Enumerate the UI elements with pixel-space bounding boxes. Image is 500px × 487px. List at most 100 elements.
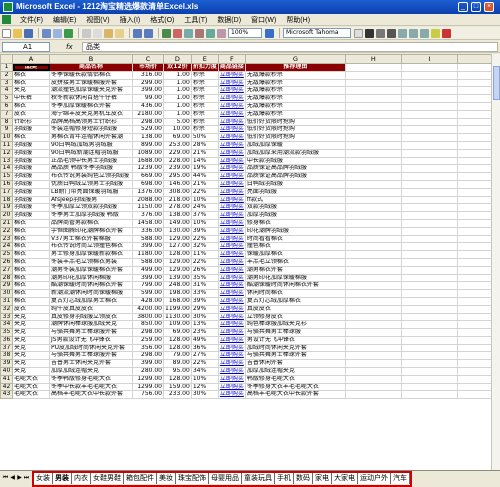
data-cell[interactable]: 19% — [190, 164, 219, 174]
empty-cell[interactable] — [456, 359, 493, 369]
select-all-corner[interactable] — [0, 54, 13, 64]
empty-cell[interactable] — [344, 94, 402, 103]
data-cell[interactable]: 吉普休闲外套 — [244, 359, 346, 369]
data-cell[interactable]: 无敌爆款秒杀 — [244, 70, 346, 80]
data-cell[interactable]: 宇恒图腾印花潮牌棉衣外套 — [49, 226, 133, 236]
data-cell[interactable]: 酷潮保暖时尚休闲棉衣外套 — [49, 281, 133, 291]
data-cell[interactable]: 27% — [190, 351, 219, 361]
cut-icon[interactable] — [82, 28, 91, 38]
column-header[interactable]: G — [244, 54, 346, 64]
empty-cell[interactable] — [456, 203, 493, 213]
data-cell[interactable]: 真皮皮衣 — [244, 304, 346, 314]
data-cell[interactable]: 韩版修身毛呢大衣 — [244, 374, 346, 384]
row-header[interactable]: 15 — [0, 172, 13, 181]
data-cell[interactable]: 36% — [190, 343, 219, 353]
format-painter-icon[interactable] — [115, 28, 124, 38]
buy-link[interactable]: 立即购买 — [217, 148, 246, 158]
row-header[interactable]: 23 — [0, 234, 13, 244]
empty-cell[interactable] — [344, 63, 402, 72]
empty-cell[interactable] — [344, 172, 402, 181]
data-cell[interactable]: 无敌爆款秒杀 — [244, 109, 346, 119]
empty-cell[interactable] — [456, 156, 493, 166]
copy-icon[interactable] — [93, 28, 102, 38]
data-cell[interactable]: 加绒时尚休闲夹克外套 — [244, 343, 346, 353]
empty-cell[interactable] — [400, 351, 458, 361]
data-cell[interactable]: 130.00 — [163, 226, 192, 236]
empty-cell[interactable] — [344, 328, 402, 337]
empty-cell[interactable] — [344, 289, 402, 298]
sheet-tab[interactable]: 数码 — [294, 473, 313, 484]
data-cell[interactable]: 1.00 — [163, 78, 192, 88]
empty-cell[interactable] — [400, 382, 458, 392]
data-cell[interactable]: 127.00 — [163, 242, 192, 252]
row-header[interactable]: 25 — [0, 250, 13, 259]
data-cell[interactable]: 立领修身皮衣 — [244, 312, 346, 322]
data-cell[interactable]: 潮牌休闲棒球服加绒夹克 — [49, 320, 133, 330]
empty-cell[interactable] — [400, 140, 458, 150]
help-icon[interactable] — [265, 28, 274, 38]
data-cell[interactable]: 棉衣 — [12, 78, 50, 88]
data-cell[interactable]: 35% — [190, 273, 219, 283]
data-cell[interactable]: 品质保证高品牌羽绒服 — [244, 172, 346, 181]
empty-cell[interactable] — [344, 296, 402, 306]
buy-link[interactable]: 立即购买 — [217, 203, 246, 213]
data-cell[interactable]: 高档羊毛呢大衣中长款外套 — [244, 390, 346, 400]
row-header[interactable]: 30 — [0, 289, 13, 298]
row-header[interactable]: 14 — [0, 164, 13, 174]
header-cell[interactable]: 推荐理由 — [244, 63, 346, 72]
column-header[interactable]: D — [163, 54, 192, 64]
empty-cell[interactable] — [400, 304, 458, 314]
empty-cell[interactable] — [400, 296, 458, 306]
data-cell[interactable]: 纯色棒球服加绒夹克衫 — [244, 320, 346, 330]
empty-cell[interactable] — [456, 226, 493, 236]
empty-cell[interactable] — [456, 101, 493, 111]
row-header[interactable]: 4 — [0, 86, 13, 96]
row-header[interactable]: 10 — [0, 133, 13, 142]
first-sheet-icon[interactable]: ⏮ — [2, 474, 9, 482]
minimize-icon[interactable]: _ — [458, 2, 468, 12]
data-cell[interactable]: 149.00 — [163, 218, 192, 228]
empty-cell[interactable] — [400, 101, 458, 111]
data-cell[interactable]: 高档羊毛呢大衣中长款外套 — [49, 390, 133, 400]
row-header[interactable]: 18 — [0, 195, 13, 205]
data-cell[interactable]: PU皮加绒时尚休闲夹克外套 — [49, 343, 133, 353]
row-header[interactable]: 12 — [0, 148, 13, 158]
data-cell[interactable]: 298.00 — [132, 351, 164, 361]
empty-cell[interactable] — [400, 164, 458, 174]
data-cell[interactable]: 22% — [190, 234, 219, 244]
empty-cell[interactable] — [400, 211, 458, 220]
data-cell[interactable]: 夹克 — [12, 335, 50, 345]
buy-link[interactable]: 立即购买 — [217, 195, 246, 205]
data-cell[interactable]: 69.00 — [163, 133, 192, 142]
data-cell[interactable]: 1150.00 — [132, 203, 164, 213]
empty-cell[interactable] — [400, 273, 458, 283]
empty-cell[interactable] — [456, 296, 493, 306]
buy-link[interactable]: 立即购买 — [217, 343, 246, 353]
row-header[interactable]: 11 — [0, 140, 13, 150]
data-cell[interactable]: 1089.00 — [132, 148, 164, 158]
data-cell[interactable]: 夹克 — [12, 351, 50, 361]
empty-cell[interactable] — [344, 304, 402, 314]
data-cell[interactable]: 1.00 — [163, 109, 192, 119]
row-header[interactable]: 8 — [0, 117, 13, 127]
row-header[interactable]: 21 — [0, 218, 13, 228]
empty-cell[interactable] — [456, 211, 493, 220]
data-cell[interactable]: 低价好货限时抢购 — [244, 125, 346, 135]
empty-cell[interactable] — [344, 187, 402, 197]
buy-link[interactable]: 立即购买 — [217, 164, 246, 174]
data-cell[interactable]: 冬季加厚立领双款羽绒服 — [49, 203, 133, 213]
data-cell[interactable]: 毛呢大衣 — [12, 382, 50, 392]
data-cell[interactable]: 21% — [190, 148, 219, 158]
data-cell[interactable]: 棉衣 — [12, 289, 50, 298]
data-cell[interactable]: 冬装连帽修身短款羽绒服 — [49, 125, 133, 135]
data-cell[interactable]: 259.00 — [132, 335, 164, 345]
data-cell[interactable]: 138.00 — [163, 211, 192, 220]
fx-label[interactable]: fx — [66, 42, 73, 52]
data-cell[interactable]: 正品毛领中长男士羽绒服 — [49, 156, 133, 166]
data-cell[interactable]: 加绒加厚采用潮流款羽绒服 — [244, 148, 346, 158]
row-header[interactable]: 13 — [0, 156, 13, 166]
align-center-icon[interactable] — [409, 28, 418, 38]
data-cell[interactable]: 399.00 — [132, 273, 164, 283]
empty-cell[interactable] — [400, 226, 458, 236]
empty-cell[interactable] — [344, 265, 402, 275]
